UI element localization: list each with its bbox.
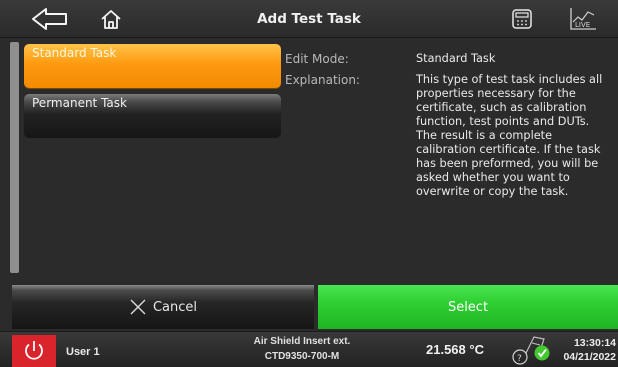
edit-mode-value: Standard Task <box>416 52 496 65</box>
instrument-name: Air Shield Insert ext. <box>253 336 351 347</box>
back-arrow-icon <box>32 8 67 30</box>
live-chart-icon: LIVE <box>570 8 596 30</box>
user-name: User 1 <box>66 346 100 358</box>
list-item-standard-task[interactable]: Standard Task <box>24 44 281 88</box>
select-button[interactable]: Select <box>318 285 618 329</box>
cancel-label: Cancel <box>152 299 198 315</box>
calculator-button[interactable] <box>508 0 536 38</box>
explanation-line: The result is a complete <box>416 129 553 142</box>
explanation-line: asked whether you want to <box>416 171 570 184</box>
header-bar: Add Test Task LIVE <box>0 0 618 38</box>
explanation-line: calibration certificate. If the task <box>416 143 601 156</box>
back-button[interactable] <box>28 0 72 38</box>
sensor-status[interactable]: ? <box>510 333 558 367</box>
explanation-label: Explanation: <box>285 73 360 87</box>
explanation-line: properties necessary for the <box>416 87 576 100</box>
explanation-line: certificate, such as calibration <box>416 101 587 114</box>
calculator-icon <box>512 9 532 29</box>
svg-text:?: ? <box>517 354 522 364</box>
cancel-button[interactable]: Cancel <box>12 285 314 329</box>
temperature-readout: 21.568 °C <box>426 342 484 357</box>
instrument-model: CTD9350-700-M <box>264 351 340 362</box>
list-item-label: Standard Task <box>32 46 117 60</box>
live-button[interactable]: LIVE <box>566 0 600 38</box>
task-list: Standard Task Permanent Task <box>10 42 281 273</box>
explanation-line: overwrite or copy the task. <box>416 185 569 198</box>
sensor-status-icon: ? <box>512 336 550 365</box>
close-icon <box>130 299 146 315</box>
list-item-permanent-task[interactable]: Permanent Task <box>24 94 281 138</box>
power-icon <box>25 341 43 360</box>
scrollbar[interactable] <box>10 42 19 273</box>
explanation-text: This type of test task includes all prop… <box>416 73 612 199</box>
explanation-line: function, test points and DUTs. <box>416 115 590 128</box>
list-item-label: Permanent Task <box>32 96 127 110</box>
clock-time: 13:30:14 <box>573 337 616 349</box>
explanation-line: has been preformed, you will be <box>416 157 599 170</box>
clock-date: 04/21/2022 <box>563 351 616 363</box>
home-icon <box>101 10 121 29</box>
explanation-line: This type of test task includes all <box>416 73 603 86</box>
power-button[interactable] <box>12 335 56 367</box>
select-label: Select <box>447 299 489 315</box>
live-label: LIVE <box>575 21 590 29</box>
home-button[interactable] <box>96 0 126 38</box>
edit-mode-label: Edit Mode: <box>285 52 349 66</box>
